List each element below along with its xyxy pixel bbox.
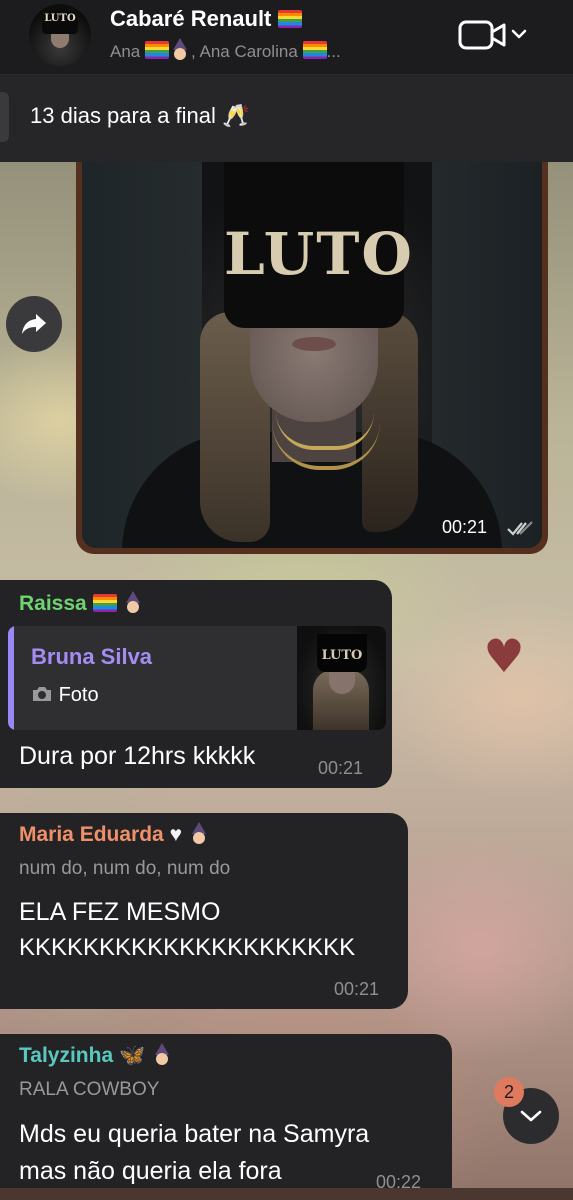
pinned-message-bar[interactable]: 13 dias para a final 🥂: [0, 75, 573, 162]
reply-quote[interactable]: Bruna Silva Foto LUTO: [8, 626, 386, 730]
message-text-line: ELA FEZ MESMO: [19, 898, 221, 926]
chat-title-text: Cabaré Renault: [110, 6, 272, 31]
message-text-line: KKKKKKKKKKKKKKKKKKKKK: [19, 934, 356, 961]
bottom-edge: [0, 1188, 573, 1200]
member-ana: Ana: [110, 42, 145, 61]
sender-status: RALA COWBOY: [19, 1079, 160, 1100]
double-check-icon: [507, 521, 533, 536]
forward-arrow-icon: [22, 314, 46, 334]
heart-decoration: ♥: [483, 629, 525, 683]
video-call-button[interactable]: [458, 18, 528, 54]
thumb-label: LUTO: [321, 648, 363, 663]
avatar-face: [51, 34, 69, 48]
sender-name-text: Maria Eduarda: [19, 823, 164, 846]
reply-thumbnail: LUTO: [297, 626, 386, 730]
reply-media-type: Foto: [31, 684, 99, 707]
video-camera-icon: [458, 20, 527, 50]
photo-lips: [292, 337, 336, 351]
message-bubble[interactable]: Raissa Bruna Silva Foto LUTO Dura por 12…: [0, 580, 392, 788]
pinned-indicator: [0, 92, 9, 142]
camera-icon: [33, 687, 51, 701]
member-ana-carolina: , Ana Carolina: [190, 42, 303, 61]
white-heart-icon: ♥: [169, 823, 183, 846]
witch-icon: [188, 822, 210, 844]
chat-header: LUTO Cabaré Renault Ana , Ana Carolina .…: [0, 0, 573, 75]
image-message-bubble[interactable]: LUTO 00:21: [76, 162, 548, 554]
reply-author: Bruna Silva: [31, 644, 153, 669]
message-bubble[interactable]: Maria Eduarda ♥ num do, num do, num do E…: [0, 813, 408, 1009]
reply-accent-bar: [8, 626, 14, 730]
message-text: Dura por 12hrs kkkkk: [19, 742, 256, 770]
sender-name[interactable]: Talyzinha 🦋: [19, 1043, 173, 1068]
sender-name-text: Talyzinha: [19, 1044, 114, 1067]
sender-status: num do, num do, num do: [19, 858, 231, 879]
message-text-line: mas não queria ela fora: [19, 1157, 282, 1185]
message-photo[interactable]: LUTO 00:21: [82, 162, 542, 548]
beanie-label: LUTO: [224, 220, 414, 288]
message-text-line: Mds eu queria bater na Samyra: [19, 1120, 370, 1148]
avatar-label: LUTO: [44, 13, 76, 24]
sender-name-text: Raissa: [19, 592, 87, 615]
chevron-down-icon: [520, 1110, 542, 1122]
witch-icon: [169, 38, 191, 60]
members-ellipsis: ...: [326, 42, 341, 61]
reply-media-type-text: Foto: [58, 684, 99, 706]
chat-title[interactable]: Cabaré Renault: [110, 6, 302, 32]
message-time: 00:21: [442, 517, 488, 537]
message-time: 00:21: [318, 758, 364, 778]
rainbow-flag-icon: [144, 41, 169, 59]
forward-button[interactable]: [6, 296, 62, 352]
rainbow-flag-icon: [277, 10, 302, 28]
rainbow-flag-icon: [92, 594, 117, 612]
witch-icon: [122, 591, 144, 613]
group-avatar[interactable]: LUTO: [29, 4, 91, 66]
pinned-message-text: 13 dias para a final 🥂: [30, 103, 250, 128]
sender-name[interactable]: Maria Eduarda ♥: [19, 822, 210, 847]
chat-members-subtitle[interactable]: Ana , Ana Carolina ...: [110, 38, 341, 62]
sender-name[interactable]: Raissa: [19, 591, 144, 616]
message-bubble[interactable]: Talyzinha 🦋 RALA COWBOY Mds eu queria ba…: [0, 1034, 452, 1200]
butterfly-icon: 🦋: [118, 1044, 146, 1067]
rainbow-flag-icon: [302, 41, 327, 59]
message-time: 00:21: [334, 979, 380, 999]
unread-count-badge: 2: [494, 1077, 524, 1107]
witch-icon: [151, 1043, 173, 1065]
